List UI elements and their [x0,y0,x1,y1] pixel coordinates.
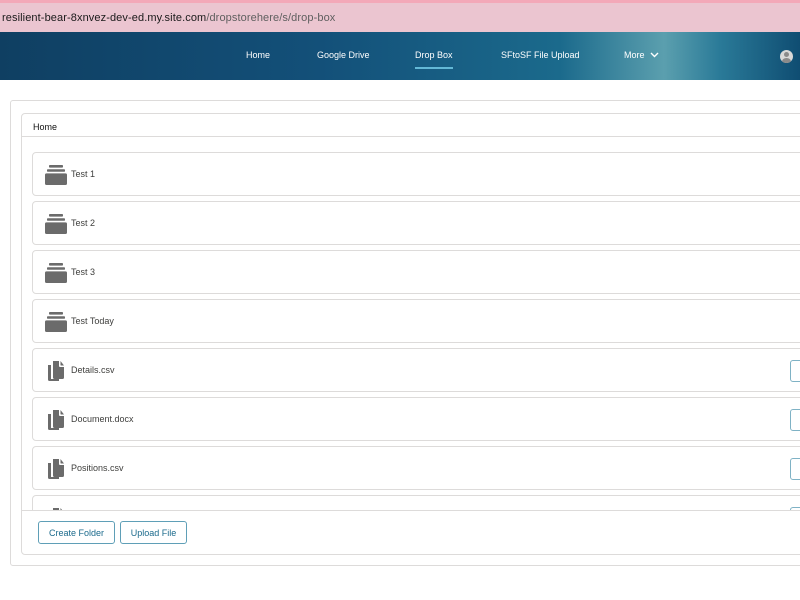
file-row[interactable]: Positions.csv [32,446,800,490]
url-path: /dropstorehere/s/drop-box [206,12,335,24]
item-name: Document.docx [71,414,134,424]
nav-item-more[interactable]: More [624,50,659,60]
row-action-button[interactable] [790,458,800,480]
file-list[interactable]: Test 1 Test 2 Test 3 Test Today Details.… [22,140,800,510]
url-host: resilient-bear-8xnvez-dev-ed.my.site.com [2,12,206,24]
item-name: Test 2 [71,218,95,228]
footer-divider [22,510,800,511]
nav-more-label: More [624,50,645,60]
top-navigation: Home Google Drive Drop Box SFtoSF File U… [0,32,800,80]
breadcrumb: Home [22,114,800,137]
file-copy-icon [45,361,67,381]
folder-row[interactable]: Test 3 [32,250,800,294]
file-row[interactable]: Document.docx [32,397,800,441]
breadcrumb-home[interactable]: Home [33,122,57,132]
row-action-button[interactable] [790,360,800,382]
nav-item-drop-box[interactable]: Drop Box [415,50,453,60]
folder-row[interactable]: Test 2 [32,201,800,245]
file-copy-icon [45,410,67,430]
item-name: Test 1 [71,169,95,179]
create-folder-button[interactable]: Create Folder [38,521,115,544]
folder-stack-icon [45,214,67,234]
folder-stack-icon [45,263,67,283]
folder-stack-icon [45,165,67,185]
browser-url-bar[interactable]: resilient-bear-8xnvez-dev-ed.my.site.com… [0,0,800,32]
folder-stack-icon [45,312,67,332]
file-row[interactable]: Details.csv [32,348,800,392]
file-row[interactable] [32,495,800,510]
item-name: Test Today [71,316,114,326]
folder-row[interactable]: Test 1 [32,152,800,196]
item-name: Positions.csv [71,463,124,473]
item-name: Test 3 [71,267,95,277]
chevron-down-icon [650,52,659,58]
nav-item-sftosf-file-upload[interactable]: SFtoSF File Upload [501,50,580,60]
nav-item-home[interactable]: Home [246,50,270,60]
url-text[interactable]: resilient-bear-8xnvez-dev-ed.my.site.com… [2,12,335,24]
item-name: Details.csv [71,365,115,375]
file-copy-icon [45,459,67,479]
nav-item-google-drive[interactable]: Google Drive [317,50,370,60]
upload-file-button[interactable]: Upload File [120,521,187,544]
row-action-button[interactable] [790,409,800,431]
user-avatar-icon[interactable] [780,50,793,63]
folder-row[interactable]: Test Today [32,299,800,343]
